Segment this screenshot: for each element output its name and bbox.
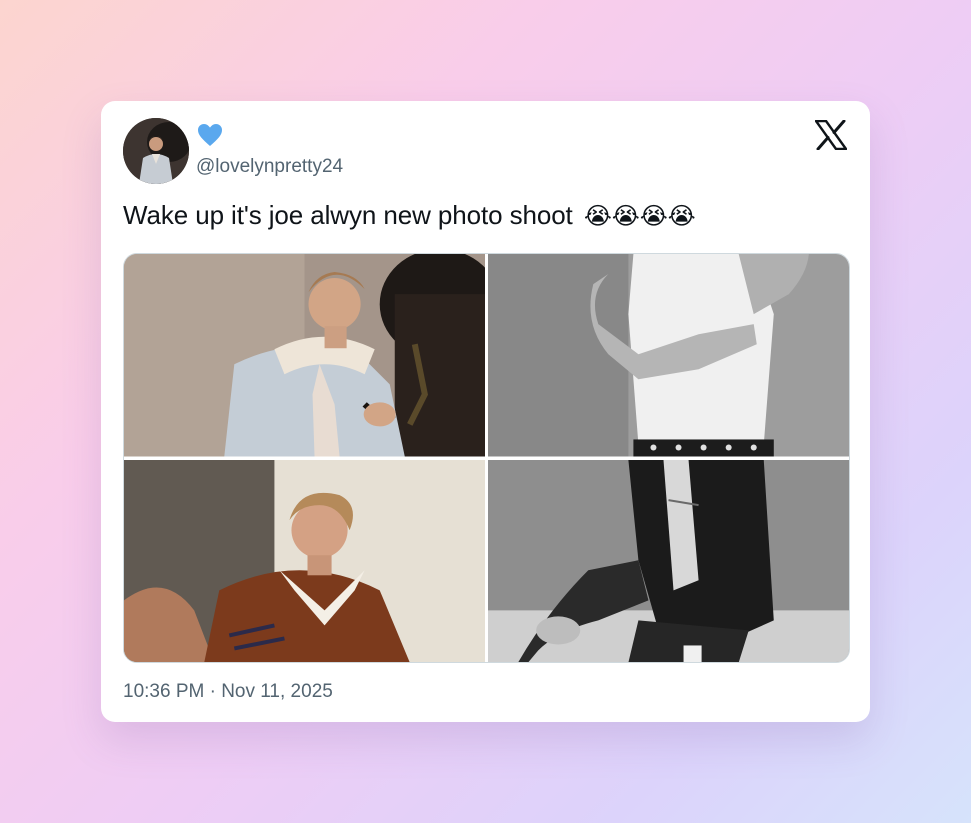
photo-denim-jacket-with-dog[interactable] [124, 254, 485, 457]
photo-black-leather-jacket[interactable] [488, 459, 849, 662]
avatar[interactable] [123, 118, 189, 184]
media-grid [123, 253, 850, 663]
photo-brown-polo-sweater[interactable] [124, 459, 485, 662]
photo-white-tank-top[interactable] [488, 254, 849, 457]
tweet-body: Wake up it's joe alwyn new photo shoot [123, 200, 573, 230]
x-logo-icon[interactable] [815, 120, 847, 150]
tweet-card[interactable]: @lovelynpretty24 Wake up it's joe alwyn … [101, 101, 870, 722]
user-handle[interactable]: @lovelynpretty24 [196, 156, 343, 178]
crying-emoji: 😭😭😭😭 [583, 203, 696, 230]
tweet-text: Wake up it's joe alwyn new photo shoot 😭… [123, 200, 696, 231]
blue-heart-icon [198, 124, 222, 146]
tweet-timestamp[interactable]: 10:36 PM · Nov 11, 2025 [123, 681, 333, 703]
